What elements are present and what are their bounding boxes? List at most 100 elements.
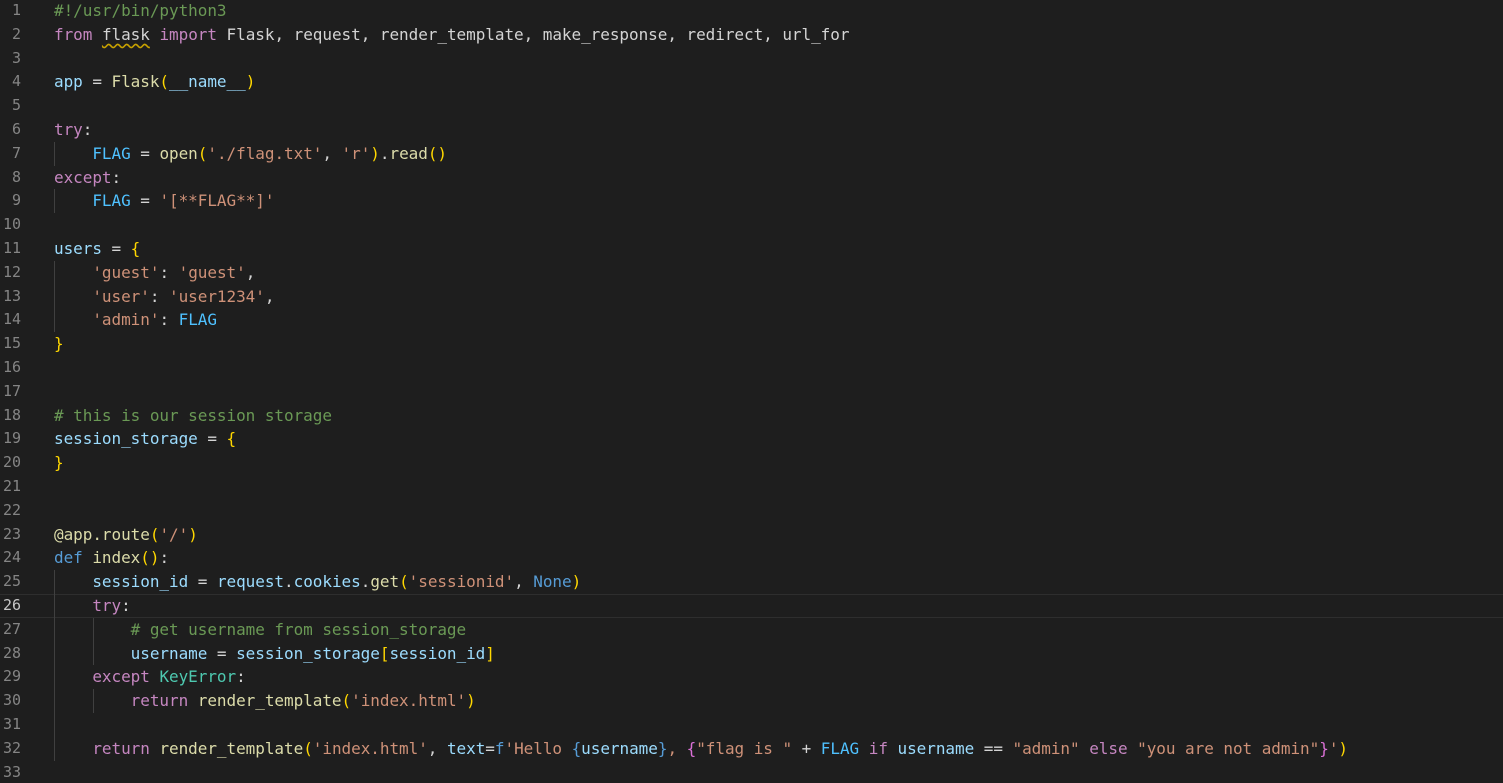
code-token: +: [792, 738, 821, 758]
code-line[interactable]: 23 @app.route('/'): [0, 523, 1503, 547]
code-token: ': [1328, 738, 1339, 758]
code-text: users = {: [54, 237, 140, 261]
code-line[interactable]: 12 'guest': 'guest',: [0, 260, 1503, 285]
code-line[interactable]: 8 except:: [0, 166, 1503, 190]
code-line[interactable]: 27 # get username from session_storage: [0, 617, 1503, 642]
code-line[interactable]: 19 session_storage = {: [0, 427, 1503, 451]
code-token: KeyError: [159, 667, 237, 687]
code-token: :: [159, 548, 170, 568]
code-token: :: [159, 310, 179, 330]
code-token: app: [54, 72, 83, 92]
code-token: username: [897, 738, 975, 758]
code-line[interactable]: 17: [0, 380, 1503, 404]
code-line[interactable]: 6 try:: [0, 118, 1503, 142]
code-token: (): [140, 548, 160, 568]
code-line[interactable]: 10: [0, 213, 1503, 237]
code-text: 'guest': 'guest',: [54, 261, 255, 285]
code-line[interactable]: 25 session_id = request.cookies.get('ses…: [0, 570, 1503, 594]
code-line[interactable]: 31: [0, 713, 1503, 737]
line-number: 3: [11, 48, 21, 67]
code-token: FLAG: [178, 310, 217, 330]
line-number: 31: [2, 715, 21, 733]
code-text: from flask import Flask, request, render…: [54, 23, 849, 47]
code-token: #!/usr/bin/python3: [54, 1, 227, 20]
code-token: read: [389, 143, 428, 163]
code-token: =: [101, 239, 131, 258]
code-token: :: [149, 286, 170, 306]
line-number: 12: [2, 262, 21, 281]
code-token: FLAG: [92, 191, 131, 211]
line-number: 32: [2, 738, 21, 757]
line-number: 28: [2, 643, 21, 662]
code-text: 'admin': FLAG: [54, 308, 217, 332]
code-token: =: [188, 572, 217, 592]
code-line[interactable]: 4 app = Flask(__name__): [0, 70, 1503, 94]
code-token: session_id: [92, 572, 189, 592]
code-token: :: [121, 596, 131, 615]
code-token: :: [236, 667, 246, 687]
code-token: @app.route: [54, 524, 150, 544]
line-number: 33: [2, 762, 21, 781]
code-text: 'user': 'user1234',: [54, 285, 274, 309]
code-token: except: [92, 667, 150, 687]
code-token: cookies: [293, 572, 361, 592]
code-line[interactable]: 28 username = session_storage[session_id…: [0, 641, 1503, 666]
line-number: 26: [2, 596, 21, 614]
code-line[interactable]: 14 'admin': FLAG: [0, 308, 1503, 333]
code-text: try:: [54, 118, 92, 142]
code-line[interactable]: 11 users = {: [0, 237, 1503, 261]
code-line[interactable]: 1 #!/usr/bin/python3: [0, 0, 1503, 23]
line-number: 27: [2, 619, 21, 638]
code-line[interactable]: 5: [0, 94, 1503, 118]
code-line[interactable]: 7 FLAG = open('./flag.txt', 'r').read(): [0, 141, 1503, 166]
code-text: return render_template('index.html', tex…: [54, 737, 1348, 761]
code-token: session_id: [389, 643, 486, 663]
code-line[interactable]: 33: [0, 761, 1503, 783]
code-token: (: [303, 738, 313, 758]
code-text: }: [54, 332, 64, 356]
code-token: FLAG: [92, 143, 131, 163]
code-line[interactable]: 9 FLAG = '[**FLAG**]': [0, 189, 1503, 214]
code-token: Flask: [111, 72, 160, 92]
code-line[interactable]: 15}: [0, 332, 1503, 356]
line-number: 13: [2, 286, 21, 305]
code-line[interactable]: 22: [0, 499, 1503, 523]
code-line[interactable]: 16: [0, 356, 1503, 380]
code-line[interactable]: 3: [0, 47, 1503, 71]
code-token: }: [54, 334, 64, 354]
line-number: 16: [2, 358, 21, 376]
code-token: .: [284, 572, 294, 592]
code-token: username: [130, 643, 208, 663]
line-number: 25: [2, 572, 21, 591]
code-token: 'guest': [92, 262, 160, 282]
code-text: # this is our session storage: [54, 404, 332, 428]
code-line[interactable]: 20}: [0, 451, 1503, 475]
code-line[interactable]: 26 try:: [0, 594, 1503, 618]
code-token: FLAG: [820, 738, 860, 758]
code-line[interactable]: 2 from flask import Flask, request, rende…: [0, 23, 1503, 47]
code-text: except:: [54, 166, 121, 190]
line-number: 23: [2, 524, 21, 543]
code-line[interactable]: 32 return render_template('index.html', …: [0, 736, 1503, 761]
code-token: './flag.txt': [207, 143, 323, 163]
code-line[interactable]: 24 def index():: [0, 546, 1503, 570]
code-line[interactable]: 13 'user': 'user1234',: [0, 284, 1503, 309]
code-line[interactable]: 30 return render_template('index.html'): [0, 689, 1503, 713]
code-token: def: [54, 548, 83, 568]
code-editor[interactable]: 1 #!/usr/bin/python3 2 from flask import Fl…: [0, 0, 1503, 783]
code-line[interactable]: 21: [0, 475, 1503, 499]
code-token: "you are not admin": [1137, 738, 1320, 758]
line-number: 14: [2, 310, 21, 329]
code-line[interactable]: 18 # this is our session storage: [0, 404, 1503, 428]
code-line[interactable]: 29 except KeyError:: [0, 665, 1503, 690]
